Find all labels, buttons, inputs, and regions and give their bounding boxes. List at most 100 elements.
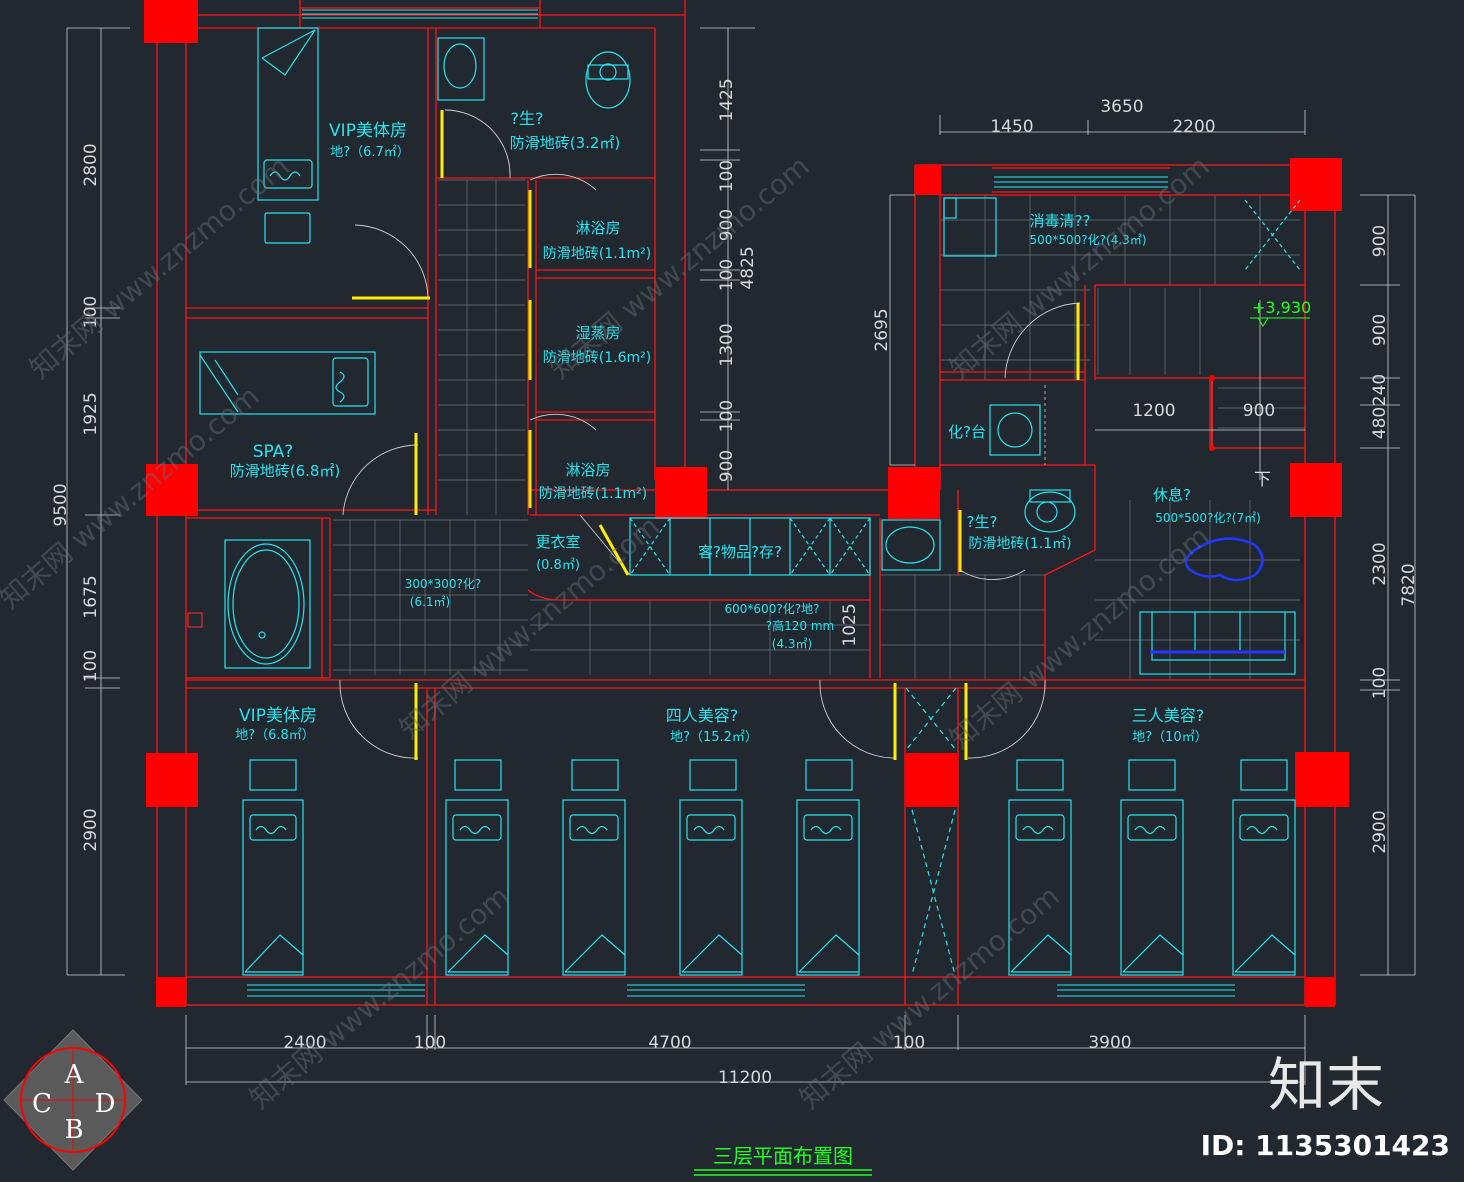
sofa-icon: [1139, 611, 1296, 675]
dim-top-right-2: 2200: [1172, 117, 1215, 137]
dim-right-5: 2300: [1370, 542, 1390, 585]
beauty-bed-icon: [1120, 759, 1184, 976]
dim-left-6: 2900: [81, 808, 101, 851]
dim-corridor: 1025: [840, 603, 860, 646]
dim-bottom-2: 100: [414, 1033, 446, 1053]
room-tile600-line1: 600*600?化?地?: [725, 602, 820, 616]
dim-left-5: 100: [81, 650, 101, 682]
room-four-area: 地?（15.2㎡）: [670, 730, 758, 745]
furniture: [187, 27, 1305, 976]
room-spa-area: 防滑地砖(6.8㎡): [230, 462, 341, 480]
dim-mid-5: 1300: [717, 323, 737, 366]
dim-right-4: 480: [1370, 407, 1390, 439]
dim-mid-4: 100: [717, 259, 737, 291]
svg-text:知末网 www.znzmo.com: 知末网 www.znzmo.com: [543, 149, 815, 385]
column: [906, 753, 958, 807]
room-three-area: 地?（10㎡）: [1132, 730, 1207, 745]
dim-right-1: 900: [1370, 225, 1390, 257]
room-changing-name: 更衣室: [535, 533, 580, 551]
room-tile600-line2: ?高120 mm: [766, 618, 834, 633]
room-storage-name: 客?物品?存?: [698, 543, 782, 561]
column: [156, 977, 186, 1007]
dim-top-right-total: 3650: [1100, 97, 1143, 117]
dim-left-3: 1925: [81, 392, 101, 435]
column: [1290, 463, 1342, 517]
dim-mid-total: 4825: [738, 246, 758, 289]
room-shower1-name: 淋浴房: [575, 219, 620, 237]
floor-plan: 9500 2800 100 1925 1675 100 2900 2400 10…: [0, 0, 1450, 1176]
dim-bottom-total: 11200: [718, 1068, 772, 1088]
badge-letter-c: C: [32, 1089, 52, 1119]
room-vip2-area: 地?（6.8㎡）: [235, 728, 315, 743]
room-three-name: 三人美容?: [1132, 706, 1205, 725]
level-mark: +3,930: [1252, 298, 1311, 317]
room-shower2-area: 防滑地砖(1.1m²): [539, 485, 647, 502]
dim-bottom-5: 3900: [1088, 1033, 1131, 1053]
washer-icon: [943, 197, 997, 257]
beauty-bed-icon: [1232, 759, 1296, 976]
room-rest-name: 休息?: [1153, 486, 1191, 504]
dim-bottom-3: 4700: [648, 1033, 691, 1053]
dim-left-4: 1675: [81, 575, 101, 618]
column: [915, 165, 941, 195]
column: [1305, 977, 1335, 1007]
room-rest-area: 500*500?化?(7㎡): [1155, 511, 1261, 525]
dim-mid-7: 900: [717, 450, 737, 482]
dim-right-outer: 7820: [1399, 563, 1419, 606]
bathtub-icon: [224, 539, 311, 669]
badge-letter-d: D: [95, 1089, 116, 1119]
dim-top-right-1: 1450: [990, 117, 1033, 137]
svg-text:知末网 www.znzmo.com: 知末网 www.znzmo.com: [0, 379, 266, 615]
room-vip1-name: VIP美体房: [329, 121, 407, 141]
massage-bed-icon: [257, 27, 319, 244]
dim-right-2: 900: [1370, 314, 1390, 346]
room-shower2-name: 淋浴房: [565, 461, 610, 479]
brand-logo: 知末: [1268, 1051, 1384, 1119]
room-disinfect-name: 消毒清??: [1030, 212, 1091, 230]
dim-mid-1: 1425: [717, 78, 737, 121]
column: [655, 467, 707, 519]
room-wc2-area: 防滑地砖(1.1㎡): [968, 535, 1071, 552]
room-tile300-name: 300*300?化?: [405, 577, 482, 591]
svg-text:知末网 www.znzmo.com: 知末网 www.znzmo.com: [243, 879, 515, 1115]
beauty-bed-icon: [796, 759, 860, 976]
stair-down-label: 下: [1254, 470, 1271, 490]
sink-icon: [437, 37, 485, 101]
svg-text:知末网 www.znzmo.com: 知末网 www.znzmo.com: [23, 149, 295, 385]
title-underline: [694, 1169, 872, 1176]
dim-mid-2: 100: [717, 160, 737, 192]
column: [144, 0, 198, 43]
room-vip2-name: VIP美体房: [239, 706, 317, 726]
room-vip1-area: 地?（6.7㎡）: [330, 145, 410, 160]
dim-left-1: 2800: [81, 143, 101, 186]
dim-stair-2: 900: [1243, 401, 1275, 421]
dim-stair-1: 1200: [1132, 401, 1175, 421]
dim-right-3: 240: [1370, 374, 1390, 406]
room-tile600-area: (4.3㎡): [772, 637, 812, 651]
badge-letter-a: A: [64, 1060, 85, 1090]
column: [888, 467, 940, 519]
room-spa-name: SPA?: [253, 442, 294, 462]
room-tile300-area: (6.1㎡): [410, 595, 450, 609]
toilet-icon: [585, 51, 631, 109]
brand-id: ID: 1135301423: [1201, 1129, 1450, 1162]
column: [1295, 752, 1349, 807]
room-wc2-name: ?生?: [967, 513, 998, 531]
dim-right-7: 2900: [1370, 810, 1390, 853]
toilet-icon: [1024, 489, 1076, 533]
beauty-bed-icon: [242, 759, 304, 976]
section-badge-icon: A C D B: [3, 1029, 143, 1171]
svg-text:知末网 www.znzmo.com: 知末网 www.znzmo.com: [793, 879, 1065, 1115]
drawing-title: 三层平面布置图: [713, 1144, 853, 1168]
badge-letter-b: B: [64, 1115, 83, 1145]
vanity-stool-icon: [989, 404, 1041, 456]
beauty-bed-icon: [679, 759, 743, 976]
column: [146, 753, 198, 807]
room-vanity-name: 化?台: [948, 423, 986, 441]
room-shower1-area: 防滑地砖(1.1m²): [543, 245, 651, 262]
dim-left-outer: 9500: [51, 483, 71, 526]
dim-right-mid: 2695: [872, 308, 892, 351]
room-wc1-area: 防滑地砖(3.2㎡): [510, 134, 621, 152]
basin-icon: [881, 519, 941, 571]
room-four-name: 四人美容?: [666, 706, 739, 725]
